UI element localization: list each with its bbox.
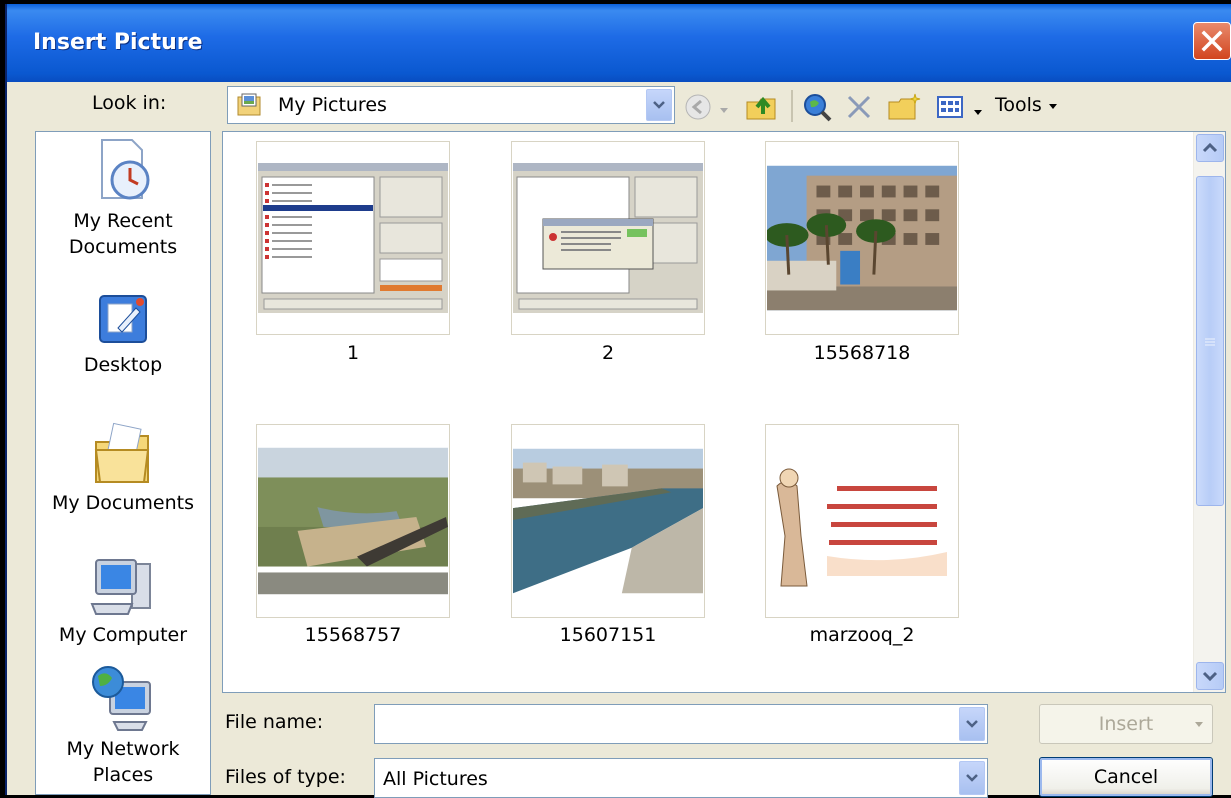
folder-up-icon [746,96,776,120]
back-dropdown-arrow[interactable] [719,100,729,130]
up-one-level-button[interactable] [745,92,781,122]
search-web-button[interactable] [802,92,834,122]
file-thumbnail[interactable] [765,141,959,335]
file-thumbnail[interactable] [511,424,705,618]
place-label: My Recent Documents [68,210,178,258]
title-bar[interactable]: Insert Picture [7,4,1231,86]
delete-x-icon [847,95,871,119]
delete-button[interactable] [845,92,873,122]
back-button[interactable] [683,92,713,122]
file-name-label: 15568757 [304,624,402,646]
file-type-value: All Pictures [383,768,488,790]
place-label: Desktop [83,354,163,376]
insert-button[interactable]: Insert [1039,704,1213,744]
dialog-body: Look in: My Pictures Tools My Recent Doc… [7,82,1231,798]
scroll-up-button[interactable] [1196,134,1224,162]
tools-menu[interactable]: Tools [995,94,1058,124]
search-web-icon [804,94,832,122]
views-icon [937,96,963,118]
small-down-arrow-icon [974,110,982,115]
desktop-icon [99,295,147,343]
file-name-label: 15607151 [559,624,657,646]
insert-button-label: Insert [1098,713,1154,735]
file-name-label: 2 [601,342,615,364]
split-arrow-icon [1195,722,1203,727]
building-photo-image [767,143,957,333]
chevron-down-icon [653,101,665,109]
cancel-button[interactable]: Cancel [1039,757,1213,797]
chevron-down-icon [1202,671,1218,682]
network-places-icon [92,666,151,731]
river-photo-image [258,426,448,616]
place-label: My Network Places [66,738,180,786]
insert-picture-dialog: Insert Picture Look in: My Pictures Tool… [5,4,1231,798]
new-folder-icon [888,93,921,120]
look-in-dropdown[interactable]: My Pictures [227,86,675,124]
file-name-label-text: File name: [225,711,324,733]
tools-menu-label: Tools [995,94,1042,116]
close-icon [1201,30,1223,52]
file-name-label: 1 [346,342,360,364]
look-in-label: Look in: [92,92,167,114]
place-my-network-places[interactable]: My Network Places [36,664,210,788]
new-folder-button[interactable] [887,92,923,122]
vertical-scrollbar[interactable] [1193,132,1225,692]
cancel-button-label: Cancel [1093,766,1159,788]
back-arrow-icon [685,94,711,120]
chevron-down-icon [966,720,978,728]
file-thumbnail[interactable] [511,141,705,335]
scroll-down-button[interactable] [1196,662,1224,690]
file-name-dropdown-arrow[interactable] [959,707,985,741]
chevron-up-icon [1202,142,1218,153]
grip-icon [1205,338,1215,346]
my-documents-folder-icon [94,422,150,483]
small-down-arrow-icon [1048,104,1057,109]
file-type-dropdown-arrow[interactable] [959,761,985,795]
screenshot-thumbnail-image [513,143,703,333]
chevron-down-icon [966,774,978,782]
canal-photo-image [513,426,703,616]
views-dropdown-arrow[interactable] [973,102,983,132]
file-name-label: 15568718 [813,342,911,364]
my-computer-icon [90,559,151,615]
screenshot-thumbnail-image [258,143,448,333]
window-title: Insert Picture [33,30,203,55]
close-button[interactable] [1193,22,1231,60]
file-name-input[interactable] [374,704,988,744]
pictures-folder-icon [236,93,262,121]
look-in-value: My Pictures [278,94,387,116]
place-label: My Computer [58,624,188,646]
files-of-type-label: Files of type: [225,766,346,788]
look-in-dropdown-arrow[interactable] [646,89,672,121]
small-down-arrow-icon [720,108,728,113]
places-bar: My Recent Documents Desktop My Documents [35,131,211,795]
file-thumbnail[interactable] [256,424,450,618]
recent-documents-icon [101,139,150,200]
place-label: My Documents [51,492,194,514]
cartoon-image [767,426,957,616]
place-my-computer[interactable]: My Computer [36,554,210,648]
views-button[interactable] [935,92,965,122]
place-my-documents[interactable]: My Documents [36,420,210,516]
file-type-dropdown[interactable]: All Pictures [374,758,988,798]
file-name-label: marzooq_2 [809,624,915,646]
file-list: 1 2 15568718 15568757 15607151 marzooq_2 [222,131,1226,693]
scroll-thumb[interactable] [1196,176,1224,506]
place-my-recent-documents[interactable]: My Recent Documents [36,136,210,260]
file-thumbnail[interactable] [765,424,959,618]
file-thumbnail[interactable] [256,141,450,335]
toolbar-separator [791,90,793,122]
place-desktop[interactable]: Desktop [36,290,210,378]
